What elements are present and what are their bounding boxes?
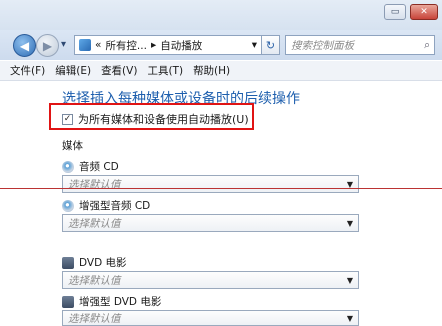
address-dropdown-icon[interactable]: ▾ <box>252 39 257 51</box>
address-bar[interactable]: « 所有控... ▸ 自动播放 ▾ <box>74 35 262 55</box>
breadcrumb-all-control-panel[interactable]: 所有控... <box>105 38 147 53</box>
chevron-down-icon: ▾ <box>61 39 67 50</box>
back-button[interactable]: ◀ <box>13 34 36 57</box>
cd-icon <box>62 199 74 212</box>
menu-file[interactable]: 文件(F) <box>10 63 45 78</box>
menu-tools[interactable]: 工具(T) <box>147 63 183 78</box>
breadcrumb-autoplay[interactable]: 自动播放 <box>160 38 202 53</box>
media-label-text: 音频 CD <box>79 161 119 173</box>
cd-icon <box>62 160 74 173</box>
dvd-movie-select[interactable]: 选择默认值 ▼ <box>62 271 359 289</box>
minimize-button[interactable]: ▭ <box>384 4 406 20</box>
title-bar <box>0 0 442 30</box>
control-panel-icon <box>79 39 91 51</box>
highlight-box <box>49 103 254 130</box>
search-icon[interactable]: ⌕ <box>424 39 430 52</box>
media-label-text: DVD 电影 <box>79 257 127 269</box>
menu-help[interactable]: 帮助(H) <box>193 63 230 78</box>
dropdown-arrow-icon: ▼ <box>346 218 353 228</box>
dvd-icon <box>62 256 74 269</box>
menu-bar: 文件(F) 编辑(E) 查看(V) 工具(T) 帮助(H) <box>0 61 442 81</box>
close-button[interactable]: ✕ <box>410 4 438 20</box>
refresh-icon: ↻ <box>265 38 276 52</box>
search-placeholder: 搜索控制面板 <box>291 39 354 52</box>
enhanced-audio-cd-select[interactable]: 选择默认值 ▼ <box>62 214 359 232</box>
menu-edit[interactable]: 编辑(E) <box>55 63 91 78</box>
media-label-dvd-movie: DVD 电影 <box>62 255 127 270</box>
recent-pages-button[interactable]: ▾ <box>61 39 66 50</box>
media-label-audio-cd: 音频 CD <box>62 159 119 174</box>
minimize-icon: ▭ <box>390 7 400 17</box>
select-value: 选择默认值 <box>68 312 121 325</box>
forward-button[interactable]: ▶ <box>36 34 59 57</box>
menu-view[interactable]: 查看(V) <box>101 63 137 78</box>
back-arrow-icon: ◀ <box>19 38 30 53</box>
close-icon: ✕ <box>420 7 428 17</box>
search-input[interactable]: 搜索控制面板 ⌕ <box>285 35 435 55</box>
breadcrumb-separator-icon[interactable]: ▸ <box>151 39 156 51</box>
select-value: 选择默认值 <box>68 217 121 230</box>
address-overflow[interactable]: « <box>95 39 101 51</box>
audio-cd-select[interactable]: 选择默认值 ▼ <box>62 175 359 193</box>
forward-arrow-icon: ▶ <box>42 38 53 53</box>
select-value: 选择默认值 <box>68 274 121 287</box>
dropdown-arrow-icon: ▼ <box>346 275 353 285</box>
media-label-text: 增强型 DVD 电影 <box>79 296 162 308</box>
dropdown-arrow-icon: ▼ <box>346 313 353 323</box>
select-value: 选择默认值 <box>68 178 121 191</box>
divider-line <box>0 188 442 189</box>
media-label-enhanced-audio-cd: 增强型音频 CD <box>62 198 150 213</box>
enhanced-dvd-movie-select[interactable]: 选择默认值 ▼ <box>62 310 359 326</box>
media-label-text: 增强型音频 CD <box>79 200 151 212</box>
section-title-media: 媒体 <box>62 140 83 152</box>
media-label-enhanced-dvd-movie: 增强型 DVD 电影 <box>62 294 161 309</box>
refresh-button[interactable]: ↻ <box>262 35 280 55</box>
dvd-icon <box>62 295 74 308</box>
